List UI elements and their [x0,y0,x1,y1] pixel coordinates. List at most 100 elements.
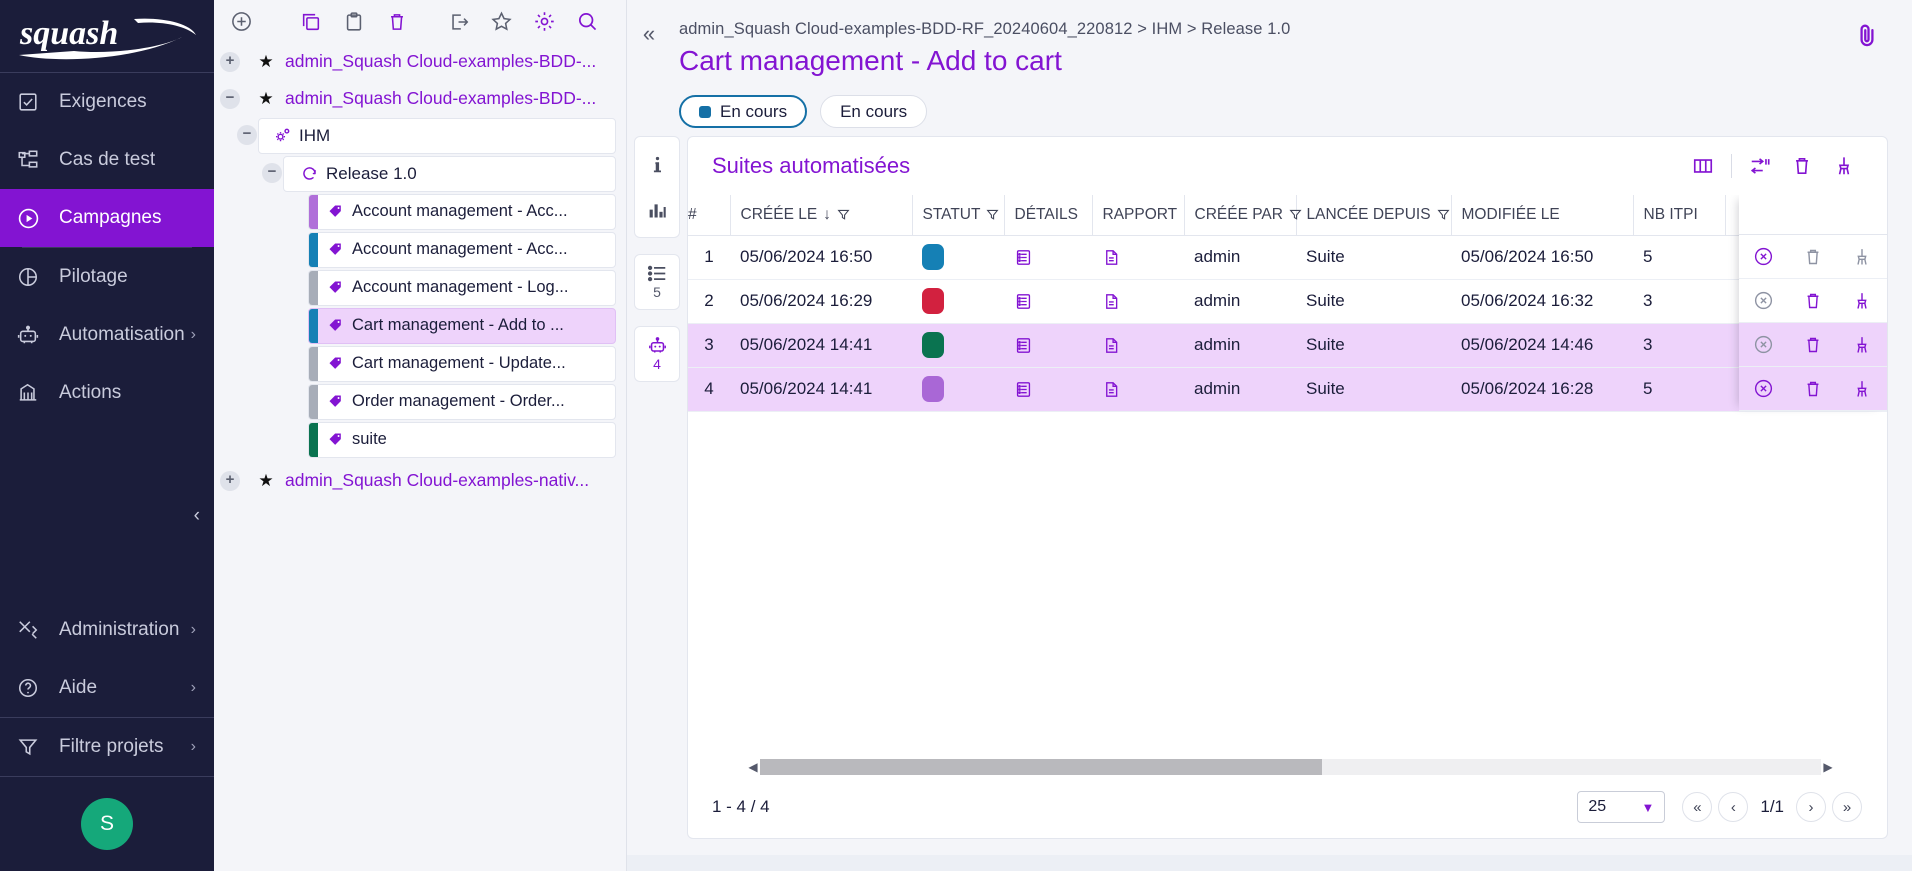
tree-item-release[interactable]: − Release 1.0 [220,155,616,192]
tree-item-card[interactable]: Cart management - Update... [308,346,616,382]
list-icon[interactable]: 5 [637,264,677,300]
expander-icon[interactable]: − [220,89,240,109]
previous-page-button[interactable]: ‹ [1718,792,1748,822]
tree-item-ihm[interactable]: − IHM [220,117,616,154]
tree-item-card[interactable]: Account management - Log... [308,270,616,306]
cancel-circle-icon[interactable] [1746,239,1782,275]
column-header-nb-itpi[interactable]: NB ITPI [1633,195,1725,235]
search-icon[interactable] [566,2,609,42]
add-icon[interactable] [220,2,263,42]
details-icon[interactable] [1014,380,1092,399]
status-badge-secondary[interactable]: En cours [820,95,927,128]
filter-icon[interactable] [1437,208,1450,221]
delete-icon[interactable] [1781,147,1823,185]
tree-item-suite[interactable]: suite [220,421,616,458]
robot-icon[interactable]: 4 [637,336,677,372]
column-header-created-by[interactable]: CRÉÉE PAR [1184,195,1296,235]
column-header-created-at[interactable]: CRÉÉE LE ↓ [730,195,912,235]
favorite-star-icon[interactable]: ★ [255,52,277,72]
tree-item-card[interactable]: Account management - Acc... [308,232,616,268]
squash-logo[interactable]: squash [0,0,214,72]
export-icon[interactable] [437,2,480,42]
tree-item-card[interactable]: suite [308,422,616,458]
column-header-report[interactable]: RAPPORT [1092,195,1184,235]
clean-broom-icon[interactable] [1823,147,1865,185]
clean-broom-icon[interactable] [1844,371,1880,407]
sidebar-item-administration[interactable]: Administration › [0,601,214,659]
tree-item-suite[interactable]: Account management - Acc... [220,193,616,230]
table-row[interactable]: 4 05/06/2024 14:41 [688,367,1887,411]
table-row[interactable]: 1 05/06/2024 16:50 [688,235,1887,279]
tree-item-suite[interactable]: Account management - Log... [220,269,616,306]
sidebar-collapse-button[interactable]: ‹ [194,505,200,527]
avatar[interactable]: S [81,798,133,850]
filter-rows-icon[interactable] [1739,147,1781,185]
sidebar-item-filtre-projets[interactable]: Filtre projets › [0,718,214,776]
settings-gear-icon[interactable] [523,2,566,42]
cancel-circle-icon[interactable] [1746,283,1782,319]
expander-icon[interactable]: + [220,52,240,72]
tree-item-card[interactable]: Cart management - Add to ... [308,308,616,344]
column-header-modified-at[interactable]: MODIFIÉE LE [1451,195,1633,235]
expander-icon[interactable]: − [262,163,282,183]
report-icon[interactable] [1102,380,1184,399]
sidebar-item-campagnes[interactable]: Campagnes [0,189,214,247]
delete-icon[interactable] [1795,371,1831,407]
report-icon[interactable] [1102,292,1184,311]
delete-icon[interactable] [1795,283,1831,319]
tree-item-suite[interactable]: Account management - Acc... [220,231,616,268]
columns-icon[interactable] [1682,147,1724,185]
scroll-right-arrow-icon[interactable]: ▶ [1821,760,1835,774]
sidebar-item-exigences[interactable]: Exigences [0,73,214,131]
copy-icon[interactable] [289,2,332,42]
report-icon[interactable] [1102,336,1184,355]
tree-item-card[interactable]: Release 1.0 [283,156,616,192]
sidebar-item-actions[interactable]: Actions [0,364,214,422]
last-page-button[interactable]: » [1832,792,1862,822]
column-header-index[interactable]: # [688,195,730,235]
column-header-launched-from[interactable]: LANCÉE DEPUIS [1296,195,1451,235]
report-icon[interactable] [1102,248,1184,267]
favorite-star-icon[interactable] [480,2,523,42]
tree-item-suite[interactable]: Order management - Order... [220,383,616,420]
first-page-button[interactable]: « [1682,792,1712,822]
expander-icon[interactable]: + [220,471,240,491]
next-page-button[interactable]: › [1796,792,1826,822]
horizontal-scrollbar[interactable]: ◀ ▶ [746,758,1835,776]
column-header-details[interactable]: DÉTAILS [1004,195,1092,235]
table-row[interactable]: 2 05/06/2024 16:29 [688,279,1887,323]
table-row[interactable]: 3 05/06/2024 14:41 [688,323,1887,367]
sidebar-item-aide[interactable]: Aide › [0,659,214,717]
page-size-select[interactable]: 25 ▼ [1577,791,1665,823]
paste-icon[interactable] [332,2,375,42]
scrollbar-track[interactable] [760,759,1821,775]
tree-root-item[interactable]: + ★ admin_Squash Cloud-examples-BDD-... [220,43,616,80]
sidebar-item-automatisation[interactable]: Automatisation › [0,306,214,364]
sidebar-item-cas-de-test[interactable]: Cas de test [0,131,214,189]
info-icon[interactable] [637,146,677,182]
favorite-star-icon[interactable]: ★ [255,89,277,109]
paperclip-icon[interactable] [1854,22,1880,128]
details-icon[interactable] [1014,336,1092,355]
delete-icon[interactable] [375,2,418,42]
tree-item-card[interactable]: IHM [258,118,616,154]
tree-root-item[interactable]: − ★ admin_Squash Cloud-examples-BDD-... [220,80,616,117]
scroll-left-arrow-icon[interactable]: ◀ [746,760,760,774]
column-header-status[interactable]: STATUT [912,195,1004,235]
clean-broom-icon[interactable] [1844,283,1880,319]
favorite-star-icon[interactable]: ★ [255,471,277,491]
filter-icon[interactable] [1289,208,1302,221]
tree-item-card[interactable]: Account management - Acc... [308,194,616,230]
sort-desc-icon[interactable]: ↓ [823,206,831,224]
filter-icon[interactable] [837,208,850,221]
cancel-circle-icon[interactable] [1746,371,1782,407]
expander-icon[interactable]: − [237,125,257,145]
bar-chart-icon[interactable] [637,192,677,228]
status-badge-execution[interactable]: En cours [679,95,807,128]
details-icon[interactable] [1014,248,1092,267]
sidebar-item-pilotage[interactable]: Pilotage [0,248,214,306]
cancel-circle-icon[interactable] [1746,327,1782,363]
scrollbar-thumb[interactable] [760,759,1322,775]
delete-icon[interactable] [1795,239,1831,275]
details-icon[interactable] [1014,292,1092,311]
